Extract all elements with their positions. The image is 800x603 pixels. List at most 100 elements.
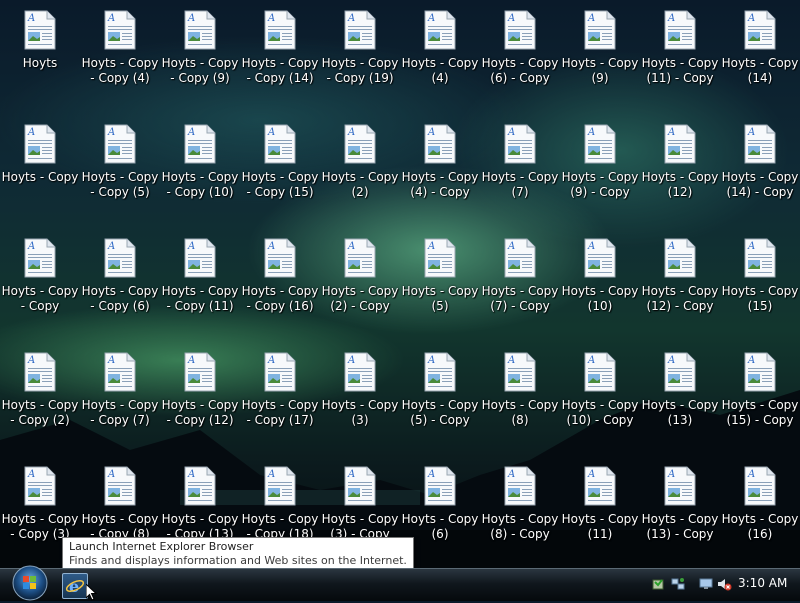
desktop-icon-label: Hoyts - Copy (2) [321, 170, 399, 199]
desktop-icon[interactable]: A Hoyts - Copy (9) [560, 4, 640, 104]
desktop-icon[interactable]: A Hoyts - Copy (8) [480, 346, 560, 446]
desktop-icon[interactable]: A Hoyts - Copy (13) [640, 346, 720, 446]
desktop-icon[interactable]: A Hoyts - Copy (4) - Copy [400, 118, 480, 218]
tooltip-description: Finds and displays information and Web s… [69, 554, 407, 567]
svg-text:A: A [267, 355, 275, 366]
desktop-icon[interactable]: A Hoyts - Copy - Copy (19) [320, 4, 400, 104]
desktop-icon[interactable]: A Hoyts - Copy (12) [640, 118, 720, 218]
desktop-icon[interactable]: A Hoyts - Copy (7) - Copy [480, 232, 560, 332]
svg-text:A: A [587, 469, 595, 480]
desktop-icon[interactable]: A Hoyts - Copy (10) - Copy [560, 346, 640, 446]
start-orb-icon[interactable] [8, 563, 52, 603]
taskbar: e 3:10 AM [0, 565, 800, 601]
desktop-icon[interactable]: A Hoyts - Copy (6) - Copy [480, 4, 560, 104]
document-icon: A [584, 10, 616, 50]
desktop-icon[interactable]: A Hoyts - Copy - Copy (5) [80, 118, 160, 218]
document-icon: A [24, 238, 56, 278]
document-icon: A [104, 466, 136, 506]
desktop-icon-label: Hoyts - Copy (12) [641, 170, 719, 199]
svg-text:A: A [27, 469, 35, 480]
svg-text:A: A [507, 469, 515, 480]
svg-text:A: A [187, 355, 195, 366]
desktop-icon[interactable]: A Hoyts - Copy (9) - Copy [560, 118, 640, 218]
desktop-icon[interactable]: A Hoyts - Copy - Copy (7) [80, 346, 160, 446]
svg-text:A: A [427, 13, 435, 24]
safely-remove-icon[interactable] [650, 576, 666, 592]
desktop-icon-label: Hoyts - Copy (7) - Copy [481, 284, 559, 313]
desktop-icon[interactable]: A Hoyts - Copy - Copy (17) [240, 346, 320, 446]
desktop-icon[interactable]: A Hoyts - Copy - Copy (6) [80, 232, 160, 332]
desktop-icon[interactable]: A Hoyts - Copy (2) - Copy [320, 232, 400, 332]
desktop-icon[interactable]: A Hoyts - Copy - Copy (10) [160, 118, 240, 218]
document-icon: A [584, 238, 616, 278]
desktop-icon[interactable]: A Hoyts - Copy (5) - Copy [400, 346, 480, 446]
desktop-icon-label: Hoyts - Copy (5) [401, 284, 479, 313]
desktop-icon[interactable]: A Hoyts - Copy (11) [560, 460, 640, 560]
document-icon: A [744, 124, 776, 164]
desktop-icon[interactable]: A Hoyts - Copy (12) - Copy [640, 232, 720, 332]
desktop-icon[interactable]: A Hoyts - Copy - Copy (12) [160, 346, 240, 446]
desktop-icon[interactable]: A Hoyts - Copy - Copy (9) [160, 4, 240, 104]
desktop-icon[interactable]: A Hoyts - Copy - Copy (4) [80, 4, 160, 104]
desktop-icon[interactable]: A Hoyts - Copy (13) - Copy [640, 460, 720, 560]
svg-text:A: A [667, 469, 675, 480]
desktop-icon-label: Hoyts - Copy - Copy (4) [81, 56, 159, 85]
svg-text:A: A [747, 13, 755, 24]
desktop-icon[interactable]: A Hoyts - Copy (7) [480, 118, 560, 218]
svg-text:A: A [267, 127, 275, 138]
document-icon: A [184, 10, 216, 50]
internet-explorer-icon[interactable]: e [62, 573, 88, 599]
display-icon[interactable] [698, 576, 714, 592]
desktop-icon[interactable]: A Hoyts - Copy (11) - Copy [640, 4, 720, 104]
svg-text:A: A [27, 13, 35, 24]
document-icon: A [744, 352, 776, 392]
svg-text:A: A [347, 241, 355, 252]
document-icon: A [344, 10, 376, 50]
desktop-icon[interactable]: A Hoyts - Copy - Copy (16) [240, 232, 320, 332]
svg-text:e: e [69, 577, 79, 596]
desktop-icon[interactable]: A Hoyts - Copy (14) [720, 4, 800, 104]
svg-text:A: A [667, 13, 675, 24]
desktop-icon[interactable]: A Hoyts - Copy (15) - Copy [720, 346, 800, 446]
document-icon: A [24, 352, 56, 392]
desktop-icon[interactable]: A Hoyts [0, 4, 80, 104]
desktop-icon[interactable]: A Hoyts - Copy (2) [320, 118, 400, 218]
network-icon[interactable] [670, 576, 686, 592]
svg-text:A: A [267, 241, 275, 252]
document-icon: A [344, 238, 376, 278]
desktop-icon[interactable]: A Hoyts - Copy [0, 118, 80, 218]
document-icon: A [424, 352, 456, 392]
desktop-icon[interactable]: A Hoyts - Copy - Copy [0, 232, 80, 332]
desktop-icon-label: Hoyts - Copy (6) - Copy [481, 56, 559, 85]
desktop-icon[interactable]: A Hoyts - Copy (16) [720, 460, 800, 560]
desktop-icon[interactable]: A Hoyts - Copy (8) - Copy [480, 460, 560, 560]
svg-text:A: A [27, 241, 35, 252]
desktop-icon-label: Hoyts [22, 56, 58, 70]
document-icon: A [744, 238, 776, 278]
desktop-icon[interactable]: A Hoyts - Copy (14) - Copy [720, 118, 800, 218]
svg-text:A: A [667, 241, 675, 252]
document-icon: A [744, 10, 776, 50]
desktop-icon[interactable]: A Hoyts - Copy - Copy (2) [0, 346, 80, 446]
clock[interactable]: 3:10 AM [738, 576, 787, 590]
svg-text:A: A [107, 355, 115, 366]
ie-logo-icon: e [65, 577, 85, 596]
volume-muted-icon[interactable] [716, 576, 732, 592]
document-icon: A [24, 466, 56, 506]
desktop-icon[interactable]: A Hoyts - Copy (5) [400, 232, 480, 332]
desktop-icon[interactable]: A Hoyts - Copy (15) [720, 232, 800, 332]
desktop-icon[interactable]: A Hoyts - Copy - Copy (14) [240, 4, 320, 104]
desktop-icon[interactable]: A Hoyts - Copy - Copy (11) [160, 232, 240, 332]
desktop-icon[interactable]: A Hoyts - Copy - Copy (15) [240, 118, 320, 218]
desktop-icon-label: Hoyts - Copy (2) - Copy [321, 284, 399, 313]
desktop-icon[interactable]: A Hoyts - Copy (4) [400, 4, 480, 104]
document-icon: A [104, 352, 136, 392]
document-icon: A [664, 466, 696, 506]
desktop-icon-label: Hoyts - Copy (16) [721, 512, 799, 541]
desktop-icon[interactable]: A Hoyts - Copy (10) [560, 232, 640, 332]
desktop-icon-label: Hoyts - Copy (13) - Copy [641, 512, 719, 541]
document-icon: A [664, 352, 696, 392]
desktop-icon-label: Hoyts - Copy (8) - Copy [481, 512, 559, 541]
svg-text:A: A [747, 469, 755, 480]
desktop-icon[interactable]: A Hoyts - Copy (3) [320, 346, 400, 446]
